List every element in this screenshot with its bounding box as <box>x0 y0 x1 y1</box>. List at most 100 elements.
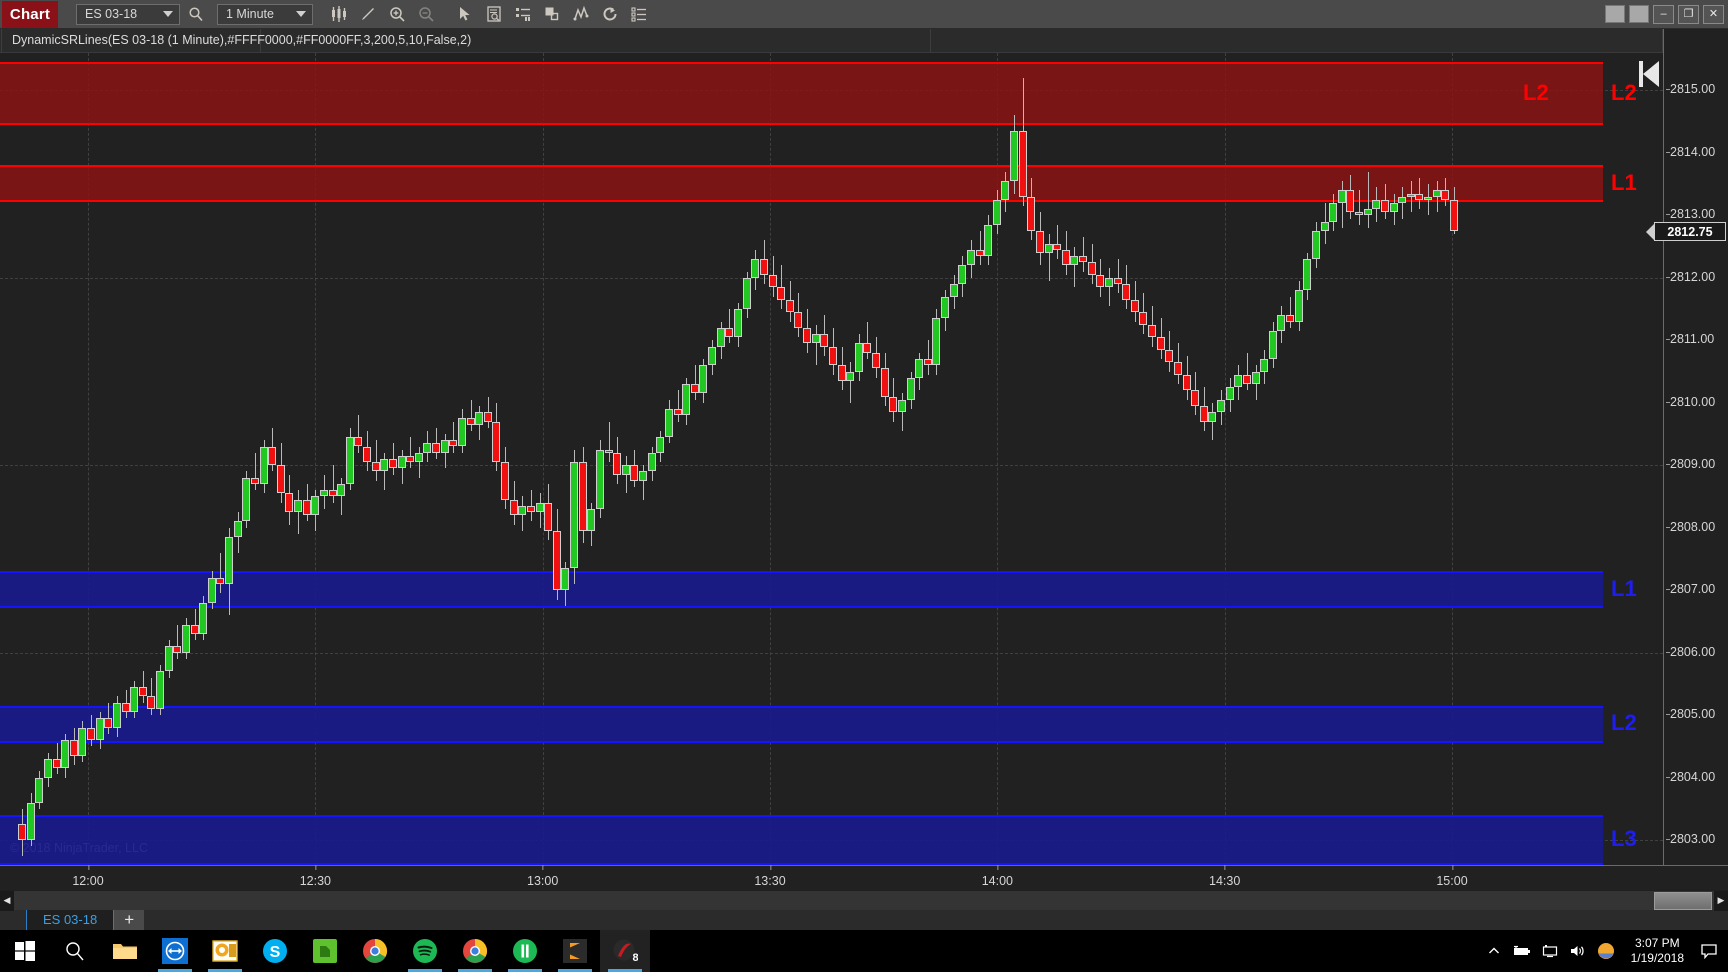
data-box-icon[interactable] <box>626 1 652 27</box>
chart-menu-button[interactable]: Chart <box>2 0 58 28</box>
grid-line-horizontal <box>0 465 1663 467</box>
pocket-icon[interactable] <box>500 930 550 972</box>
price-axis-tick: 2808.00 <box>1665 519 1716 534</box>
ninjatrader-icon[interactable]: 8 <box>600 930 650 972</box>
sublime-text-icon[interactable] <box>550 930 600 972</box>
window-controls: – ❐ ✕ <box>1605 3 1724 25</box>
sr-zone-label: L1 <box>1611 169 1637 195</box>
price-plot[interactable]: © 2018 NinjaTrader, LLC L2L2L1L1L2L3 <box>0 53 1663 865</box>
search-icon[interactable] <box>183 1 209 27</box>
candle-body <box>690 384 699 394</box>
network-icon[interactable] <box>1537 930 1563 972</box>
candle-body <box>181 624 190 653</box>
minimize-button[interactable]: – <box>1653 4 1674 24</box>
horizontal-scrollbar[interactable]: ◀ ▶ <box>0 890 1728 911</box>
chart-properties-icon[interactable] <box>481 1 507 27</box>
sr-zone-support-l1[interactable] <box>0 571 1603 608</box>
candle-body <box>777 287 786 300</box>
candle-body <box>1044 243 1053 253</box>
reload-icon[interactable] <box>597 1 623 27</box>
close-button[interactable]: ✕ <box>1703 4 1724 24</box>
candle-body <box>1380 199 1389 213</box>
candle-body <box>207 577 216 603</box>
candle-body <box>1294 290 1303 322</box>
candle-body <box>1217 399 1226 413</box>
candle-body <box>268 446 277 466</box>
weather-icon[interactable] <box>1593 930 1619 972</box>
sr-zone-resistance-l2[interactable] <box>0 62 1603 125</box>
indicators-icon[interactable] <box>510 1 536 27</box>
candle-body <box>932 318 941 366</box>
scroll-left-arrow-icon[interactable]: ◀ <box>0 890 14 911</box>
candle-body <box>112 702 121 728</box>
cursor-icon[interactable] <box>452 1 478 27</box>
candle-body <box>923 359 932 366</box>
outlook-icon[interactable] <box>200 930 250 972</box>
sr-zone-support-l2[interactable] <box>0 705 1603 744</box>
show-hidden-icons-icon[interactable] <box>1481 930 1507 972</box>
candle-body <box>1441 190 1450 200</box>
battery-icon[interactable] <box>1509 930 1535 972</box>
sr-zone-support-l3[interactable] <box>0 815 1603 865</box>
scroll-thumb[interactable] <box>1654 892 1712 910</box>
price-axis[interactable]: 2815.00 2814.00 2813.00 2812.00 2811.00 2810.… <box>1654 29 1728 865</box>
interval-selector[interactable]: 1 Minute <box>217 3 313 25</box>
clock-date: 1/19/2018 <box>1630 951 1684 965</box>
panel-toggle-right-button[interactable] <box>1629 5 1649 23</box>
candle-body <box>1225 387 1234 400</box>
candle-body <box>354 437 363 447</box>
candle-body <box>1173 362 1182 375</box>
clock-time: 3:07 PM <box>1634 936 1680 950</box>
instrument-selector[interactable]: ES 03-18 <box>76 3 180 25</box>
volume-icon[interactable] <box>1565 930 1591 972</box>
zoom-in-icon[interactable] <box>384 1 410 27</box>
zoom-out-icon[interactable] <box>413 1 439 27</box>
candle-body <box>1432 190 1441 197</box>
candle-body <box>1234 374 1243 388</box>
scroll-track[interactable] <box>14 891 1714 911</box>
chart-trader-marker-icon[interactable] <box>1643 61 1659 87</box>
time-axis[interactable]: 12:00 12:30 13:00 13:30 14:00 14:30 15:00 <box>0 865 1728 893</box>
spotify-icon[interactable] <box>400 930 450 972</box>
candle-body <box>1156 337 1165 350</box>
chrome-window-icon[interactable] <box>450 930 500 972</box>
candle-body <box>1139 312 1148 325</box>
taskbar-clock[interactable]: 3:07 PM 1/19/2018 <box>1621 936 1694 966</box>
svg-text:S: S <box>270 944 281 961</box>
skype-icon[interactable]: S <box>250 930 300 972</box>
start-button[interactable] <box>0 930 50 972</box>
sr-zone-resistance-l1[interactable] <box>0 165 1603 202</box>
scroll-right-arrow-icon[interactable]: ▶ <box>1714 890 1728 911</box>
drawing-objects-icon[interactable] <box>568 1 594 27</box>
file-explorer-icon[interactable] <box>100 930 150 972</box>
candle-body <box>501 462 510 500</box>
candle-body <box>52 758 61 769</box>
indicator-bar[interactable]: DynamicSRLines(ES 03-18 (1 Minute),#FFFF… <box>0 29 1663 53</box>
candle-body <box>1424 196 1433 200</box>
action-center-icon[interactable] <box>1696 930 1722 972</box>
data-series-icon[interactable] <box>326 1 352 27</box>
evernote-icon[interactable] <box>300 930 350 972</box>
candle-body <box>1320 221 1329 231</box>
candle-body <box>156 671 165 709</box>
candle-body <box>1165 349 1174 363</box>
candle-wick <box>1342 181 1343 228</box>
candle-body <box>785 299 794 313</box>
candle-wick <box>928 340 929 375</box>
candle-body <box>130 686 139 712</box>
candle-body <box>190 624 199 634</box>
candle-body <box>61 740 70 769</box>
candle-body <box>1242 374 1251 385</box>
candle-body <box>1182 374 1191 391</box>
drawing-tools-icon[interactable] <box>355 1 381 27</box>
candle-body <box>173 646 182 653</box>
restore-button[interactable]: ❐ <box>1678 4 1699 24</box>
candle-body <box>570 462 579 569</box>
candle-body <box>863 343 872 353</box>
candle-body <box>87 727 95 741</box>
strategies-icon[interactable] <box>539 1 565 27</box>
teamviewer-icon[interactable] <box>150 930 200 972</box>
search-taskbar-icon[interactable] <box>50 930 100 972</box>
panel-toggle-left-button[interactable] <box>1605 5 1625 23</box>
chrome-icon[interactable] <box>350 930 400 972</box>
